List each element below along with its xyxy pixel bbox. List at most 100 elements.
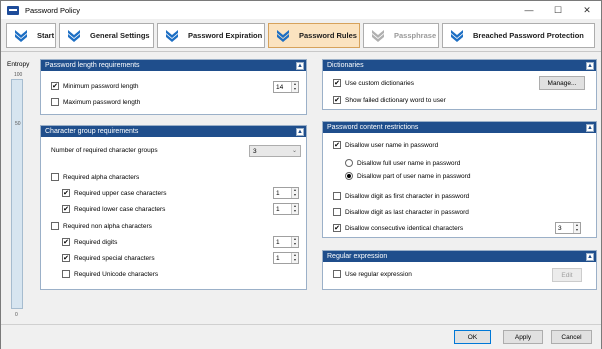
full-user-radio[interactable]	[345, 159, 353, 167]
use-regex-option[interactable]: Use regular expression	[333, 270, 412, 278]
num-groups-select[interactable]: 3 ⌄	[249, 145, 301, 157]
option-label: Required special characters	[74, 254, 155, 262]
collapse-icon[interactable]: ▲	[296, 61, 304, 70]
tab-label: Password Rules	[299, 31, 357, 40]
special-option[interactable]: ✔ Required special characters	[62, 254, 155, 262]
max-length-checkbox[interactable]	[51, 98, 59, 106]
chevron-down-icon	[68, 29, 80, 42]
use-regex-checkbox[interactable]	[333, 270, 341, 278]
custom-dict-checkbox[interactable]: ✔	[333, 79, 341, 87]
max-length-option[interactable]: Maximum password length	[51, 98, 140, 106]
unicode-option[interactable]: Required Unicode characters	[62, 270, 158, 278]
lower-stepper[interactable]: 1 ▲ ▼	[273, 203, 299, 215]
unicode-checkbox[interactable]	[62, 270, 70, 278]
show-failed-checkbox[interactable]: ✔	[333, 96, 341, 104]
option-label: Disallow full user name in password	[357, 159, 461, 167]
entropy-label: Entropy	[7, 61, 30, 68]
apply-button[interactable]: Apply	[503, 330, 543, 344]
tab-start[interactable]: Start	[6, 23, 56, 48]
collapse-icon[interactable]: ▲	[296, 127, 304, 136]
collapse-icon[interactable]: ▲	[586, 61, 594, 70]
maximize-icon[interactable]: ☐	[544, 1, 572, 19]
show-failed-option[interactable]: ✔ Show failed dictionary word to user	[333, 96, 446, 104]
option-label: Maximum password length	[63, 98, 141, 106]
nonalpha-checkbox[interactable]	[51, 222, 59, 230]
tab-label: Start	[37, 31, 55, 40]
stepper-arrows[interactable]: ▲ ▼	[291, 82, 298, 92]
group-header: Password content restrictions ▲	[323, 122, 596, 133]
nonalpha-option[interactable]: Required non alpha characters	[51, 222, 152, 230]
digit-first-checkbox[interactable]	[333, 192, 341, 200]
tab-passphrase[interactable]: Passphrase	[363, 23, 439, 48]
tab-breached-password-protection[interactable]: Breached Password Protection	[442, 23, 595, 48]
minimize-icon[interactable]: —	[515, 1, 543, 19]
option-label: Required upper case characters	[74, 189, 167, 197]
tab-label: Breached Password Protection	[473, 31, 584, 40]
option-label: Use regular expression	[345, 270, 412, 278]
regular-expression-group: Regular expression ▲ Use regular express…	[322, 250, 597, 290]
dialog-footer: OK Apply Cancel	[1, 324, 601, 349]
min-length-option[interactable]: ✔ Minimum password length	[51, 82, 139, 90]
upper-option[interactable]: ✔ Required upper case characters	[62, 189, 167, 197]
down-arrow-icon[interactable]: ▼	[574, 228, 580, 233]
stepper-arrows[interactable]: ▲ ▼	[573, 223, 580, 233]
stepper-arrows[interactable]: ▲ ▼	[291, 237, 298, 247]
edit-button[interactable]: Edit	[552, 268, 582, 282]
down-arrow-icon[interactable]: ▼	[292, 193, 298, 198]
lower-option[interactable]: ✔ Required lower case characters	[62, 205, 165, 213]
digit-last-checkbox[interactable]	[333, 208, 341, 216]
group-header: Character group requirements ▲	[41, 126, 306, 137]
character-group-group: Character group requirements ▲ Number of…	[40, 125, 307, 290]
lower-checkbox[interactable]: ✔	[62, 205, 70, 213]
chevron-down-icon	[15, 29, 27, 42]
tab-general-settings[interactable]: General Settings	[59, 23, 154, 48]
consecutive-option[interactable]: ✔ Disallow consecutive identical charact…	[333, 224, 463, 232]
stepper-value: 1	[276, 205, 280, 213]
digit-last-option[interactable]: Disallow digit as last character in pass…	[333, 208, 469, 216]
part-user-option[interactable]: Disallow part of user name in password	[345, 172, 470, 180]
down-arrow-icon[interactable]: ▼	[292, 209, 298, 214]
full-user-option[interactable]: Disallow full user name in password	[345, 159, 460, 167]
option-label: Disallow digit as last character in pass…	[345, 208, 469, 216]
chevron-down-icon	[277, 29, 289, 42]
entropy-tick-top: 100	[14, 72, 23, 78]
collapse-icon[interactable]: ▲	[586, 252, 594, 261]
manage-button[interactable]: Manage...	[539, 76, 585, 90]
special-stepper[interactable]: 1 ▲ ▼	[273, 252, 299, 264]
group-header: Dictionaries ▲	[323, 60, 596, 71]
password-length-group: Password length requirements ▲ ✔ Minimum…	[40, 59, 307, 115]
down-arrow-icon[interactable]: ▼	[292, 258, 298, 263]
digits-checkbox[interactable]: ✔	[62, 238, 70, 246]
stepper-arrows[interactable]: ▲ ▼	[291, 188, 298, 198]
stepper-arrows[interactable]: ▲ ▼	[291, 253, 298, 263]
stepper-value: 1	[276, 254, 280, 262]
digits-stepper[interactable]: 1 ▲ ▼	[273, 236, 299, 248]
custom-dict-option[interactable]: ✔ Use custom dictionaries	[333, 79, 414, 87]
special-checkbox[interactable]: ✔	[62, 254, 70, 262]
close-icon[interactable]: ✕	[573, 1, 601, 19]
stepper-arrows[interactable]: ▲ ▼	[291, 204, 298, 214]
tab-password-expiration[interactable]: Password Expiration	[157, 23, 265, 48]
ok-button[interactable]: OK	[454, 330, 491, 344]
down-arrow-icon[interactable]: ▼	[292, 87, 298, 92]
upper-checkbox[interactable]: ✔	[62, 189, 70, 197]
disallow-user-option[interactable]: ✔ Disallow user name in password	[333, 141, 438, 149]
min-length-checkbox[interactable]: ✔	[51, 82, 59, 90]
upper-stepper[interactable]: 1 ▲ ▼	[273, 187, 299, 199]
alpha-option[interactable]: Required alpha characters	[51, 173, 139, 181]
min-length-stepper[interactable]: 14 ▲ ▼	[273, 81, 299, 93]
disallow-user-checkbox[interactable]: ✔	[333, 141, 341, 149]
digits-option[interactable]: ✔ Required digits	[62, 238, 117, 246]
cancel-button[interactable]: Cancel	[551, 330, 592, 344]
consecutive-checkbox[interactable]: ✔	[333, 224, 341, 232]
collapse-icon[interactable]: ▲	[586, 123, 594, 132]
down-arrow-icon[interactable]: ▼	[292, 242, 298, 247]
digit-first-option[interactable]: Disallow digit as first character in pas…	[333, 192, 469, 200]
group-header: Password length requirements ▲	[41, 60, 306, 71]
part-user-radio[interactable]	[345, 172, 353, 180]
option-label: Required alpha characters	[63, 173, 140, 181]
wizard-tabs: Start General Settings Password Expirati…	[1, 19, 601, 52]
consecutive-stepper[interactable]: 3 ▲ ▼	[555, 222, 581, 234]
tab-password-rules[interactable]: Password Rules	[268, 23, 360, 48]
alpha-checkbox[interactable]	[51, 173, 59, 181]
